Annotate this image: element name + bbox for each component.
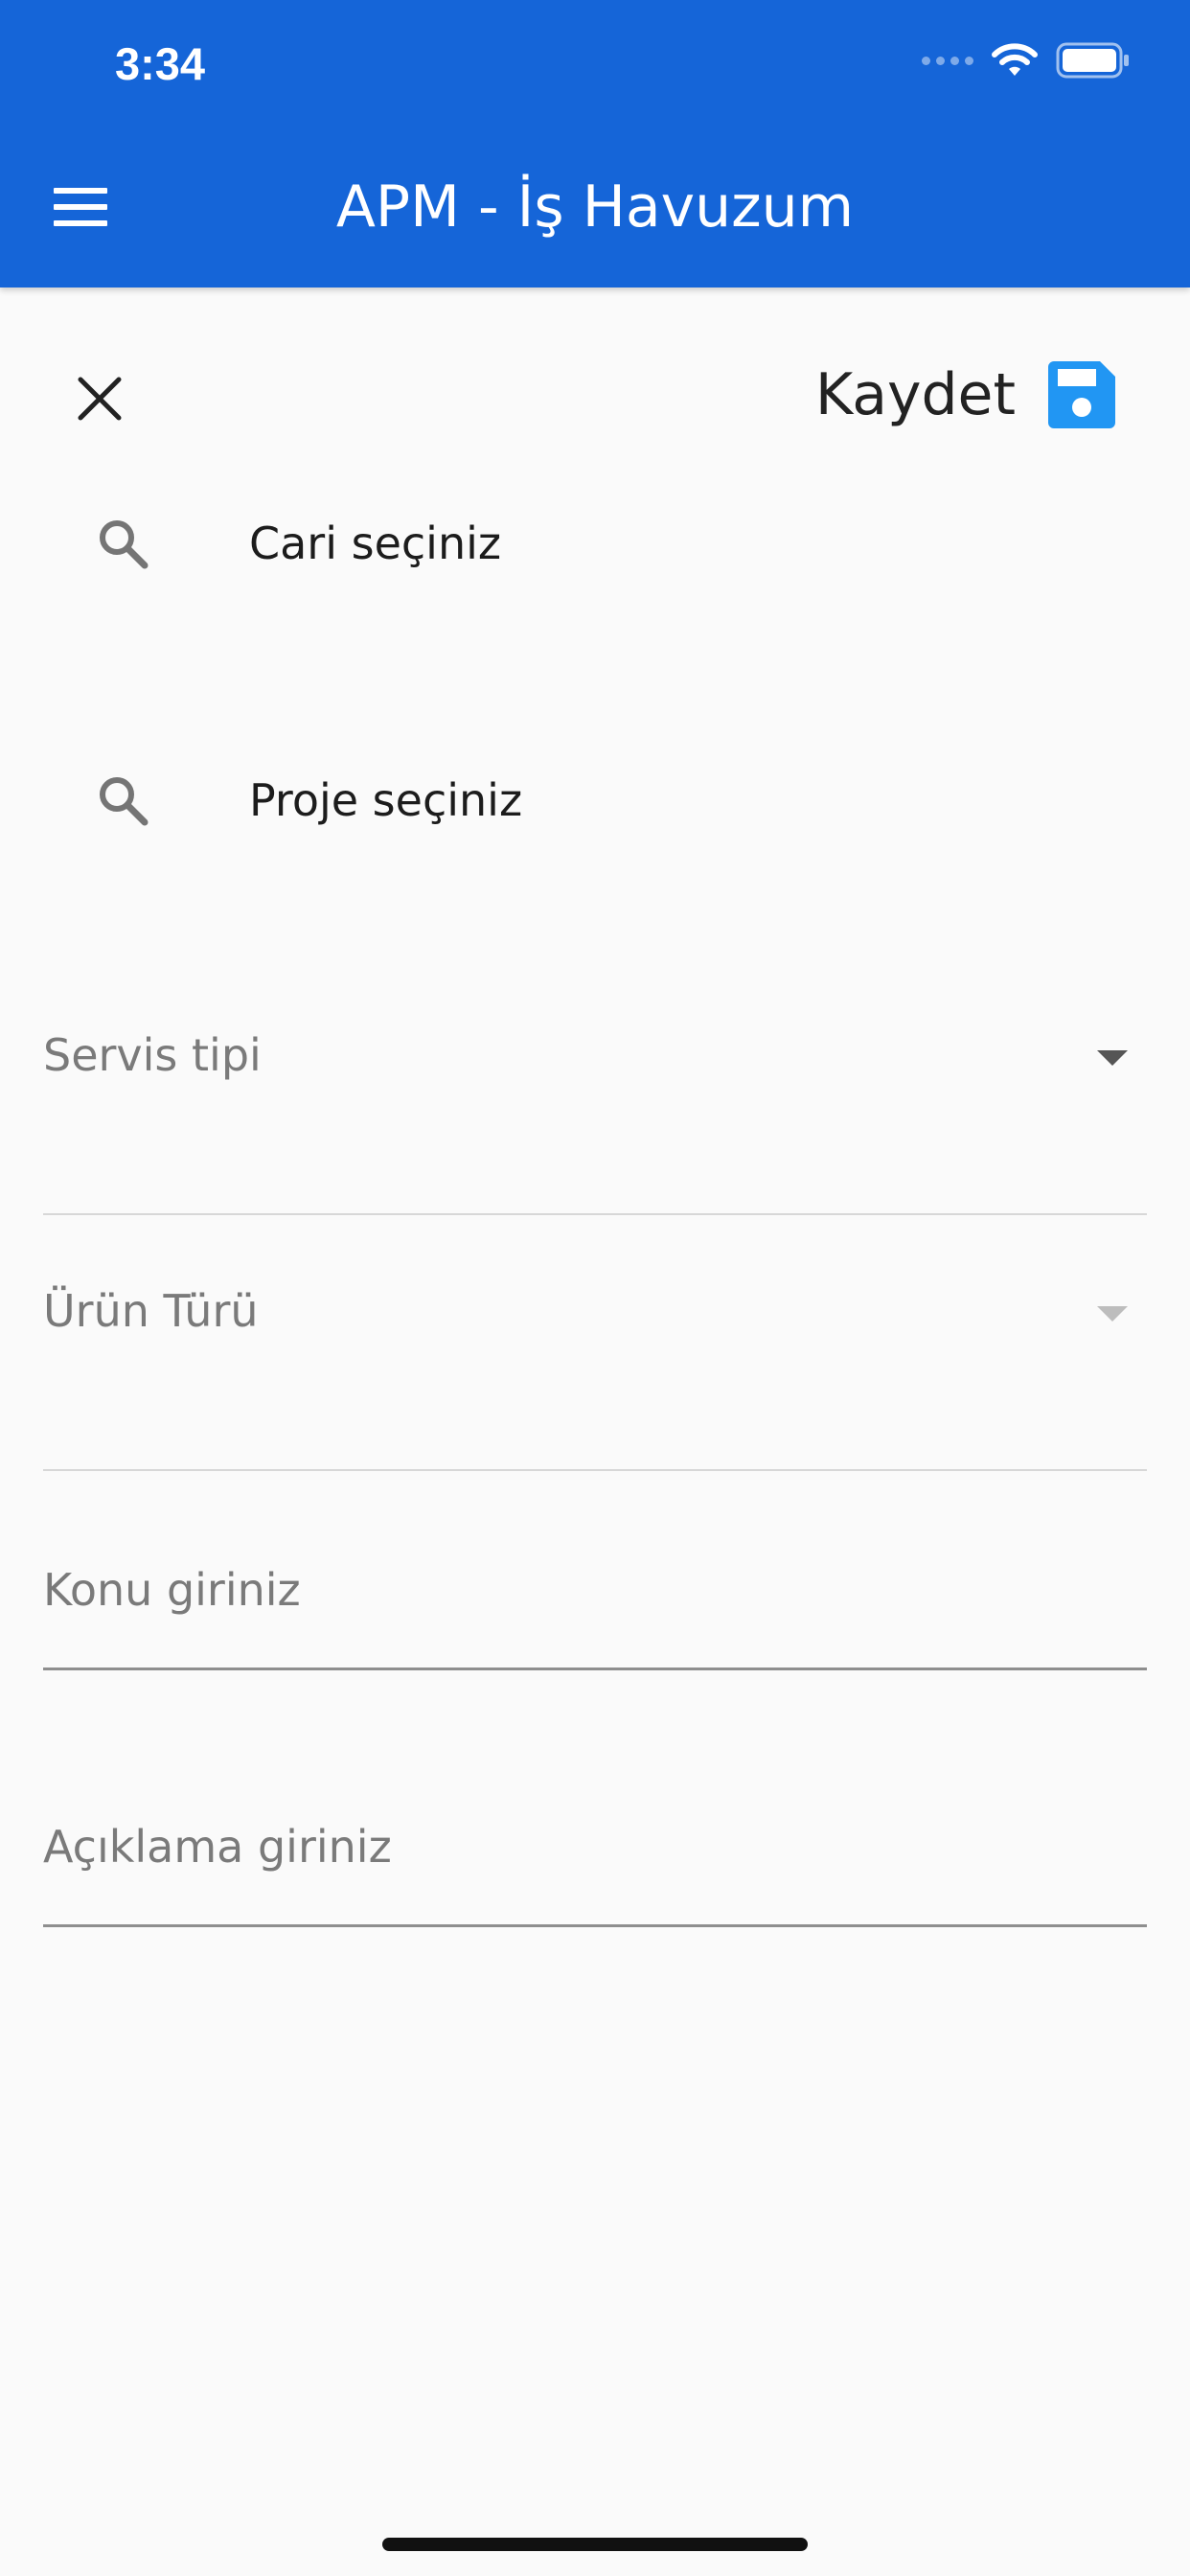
customer-search-text: Cari seçiniz xyxy=(249,518,502,569)
product-type-dropdown[interactable]: Ürün Türü xyxy=(43,1230,1147,1471)
subject-input[interactable]: Konu giriniz xyxy=(43,1524,1147,1670)
close-icon[interactable] xyxy=(75,374,125,424)
cellular-signal-icon xyxy=(922,56,973,65)
search-icon xyxy=(100,520,149,569)
project-search-text: Proje seçiniz xyxy=(249,774,523,826)
app-bar: 3:34 APM - İş Havuzum xyxy=(0,0,1190,288)
subject-placeholder: Konu giriniz xyxy=(43,1564,301,1616)
status-icons xyxy=(922,42,1131,79)
description-placeholder: Açıklama giriniz xyxy=(43,1821,392,1873)
service-type-label: Servis tipi xyxy=(43,1029,262,1081)
battery-icon xyxy=(1056,42,1129,79)
chevron-down-icon xyxy=(1097,1050,1128,1066)
save-label: Kaydet xyxy=(814,361,1016,428)
service-type-dropdown[interactable]: Servis tipi xyxy=(43,974,1147,1215)
status-time: 3:34 xyxy=(115,38,206,89)
description-input[interactable]: Açıklama giriniz xyxy=(43,1781,1147,1927)
search-icon xyxy=(100,777,149,826)
product-type-label: Ürün Türü xyxy=(43,1285,259,1337)
page-title: APM - İş Havuzum xyxy=(335,173,855,241)
wifi-icon xyxy=(992,43,1038,76)
chevron-down-icon xyxy=(1097,1306,1128,1322)
home-indicator[interactable] xyxy=(382,2538,808,2551)
project-search-field[interactable]: Proje seçiniz xyxy=(0,748,1190,853)
save-button[interactable]: Kaydet xyxy=(815,355,1115,435)
floppy-disk-icon xyxy=(1048,361,1115,428)
customer-search-field[interactable]: Cari seçiniz xyxy=(0,491,1190,596)
